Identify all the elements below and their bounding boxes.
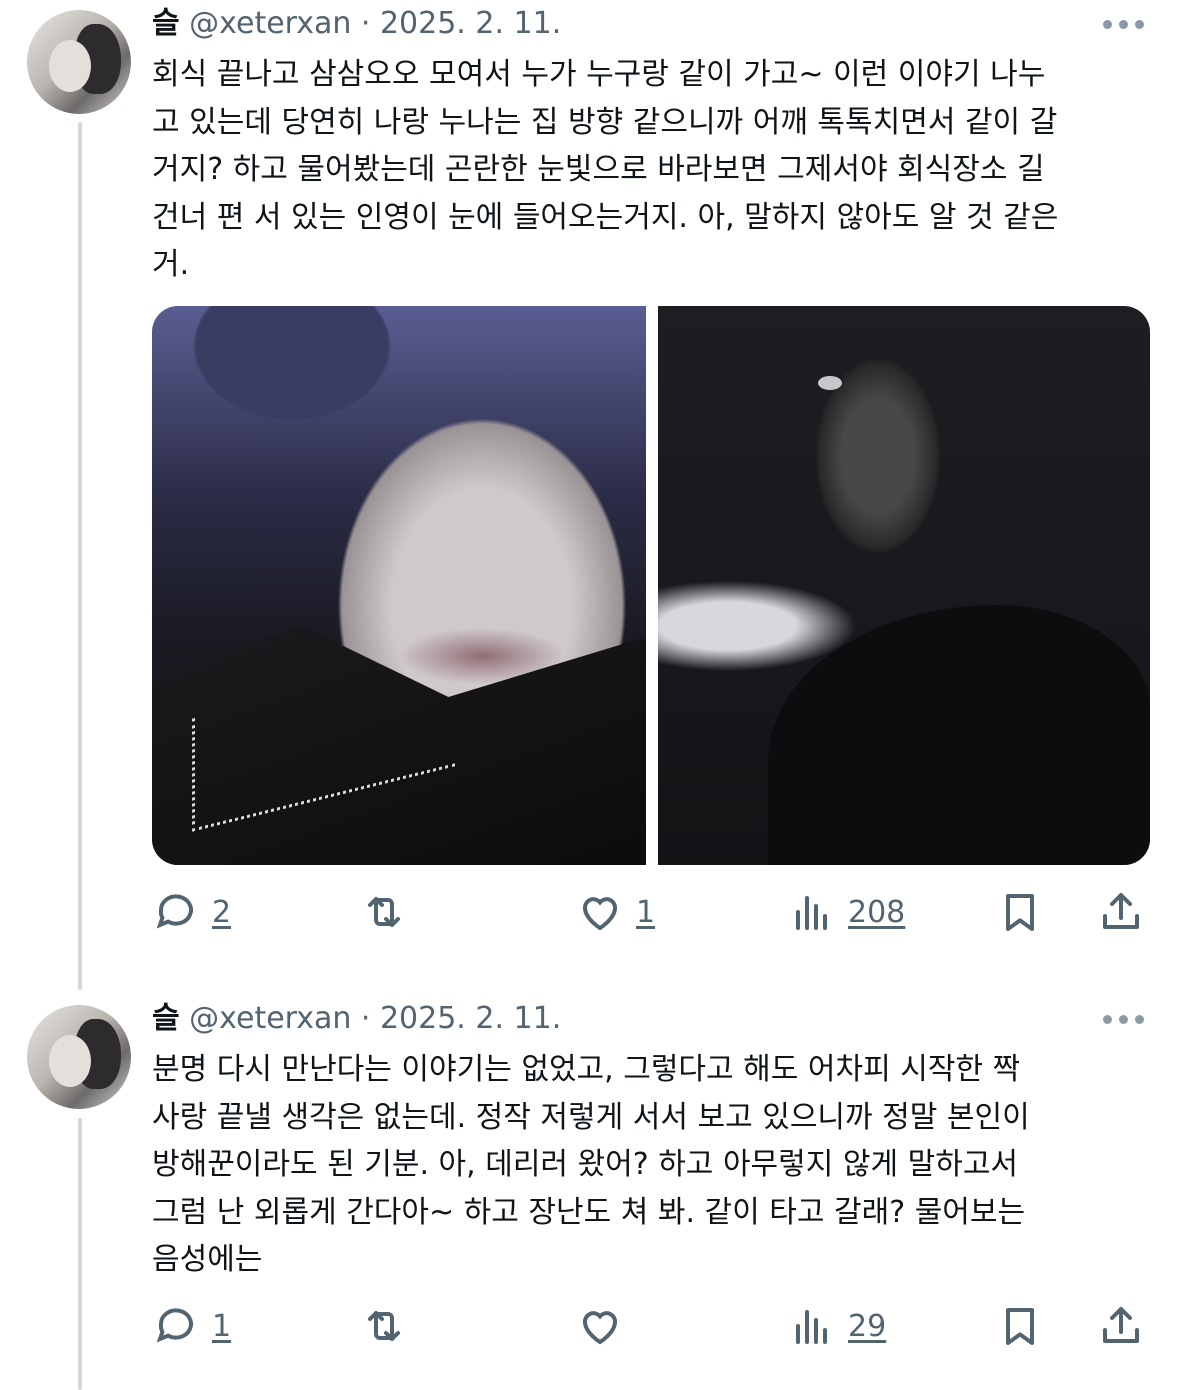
media-grid <box>152 306 1150 865</box>
text-line: 거. <box>152 247 190 282</box>
tweet-text: 회식 끝나고 삼삼오오 모여서 누가 누구랑 같이 가고~ 이런 이야기 나누 … <box>152 51 1151 289</box>
photo-left[interactable] <box>152 306 646 865</box>
like-count: 1 <box>636 894 656 930</box>
reply-count: 2 <box>212 894 232 930</box>
text-line: 거지? 하고 물어봤는데 곤란한 눈빛으로 바라보면 그제서야 회식장소 길 <box>152 152 1045 187</box>
display-name[interactable]: 슬 <box>152 6 180 41</box>
tweet-header: 슬 @xeterxan · 2025. 2. 11. <box>152 4 1151 44</box>
text-line: 회식 끝나고 삼삼오오 모여서 누가 누구랑 같이 가고~ 이런 이야기 나누 <box>152 57 1046 92</box>
views-icon <box>796 1310 827 1344</box>
more-icon[interactable] <box>1103 20 1145 30</box>
avatar[interactable] <box>27 10 131 114</box>
thread-line <box>78 122 82 990</box>
reply-button[interactable]: 1 <box>152 1298 231 1354</box>
avatar[interactable] <box>27 1005 131 1109</box>
photo-right[interactable] <box>658 306 1150 865</box>
share-button[interactable] <box>1097 884 1145 940</box>
reply-icon <box>156 1308 193 1343</box>
like-icon <box>583 1311 617 1345</box>
separator: · <box>351 1001 380 1036</box>
retweet-button[interactable] <box>360 884 420 940</box>
retweet-icon <box>368 897 400 927</box>
text-line: 방해꾼이라도 된 기분. 아, 데리러 왔어? 하고 아무렇지 않게 말하고서 <box>152 1147 1019 1182</box>
tweet-text: 분명 다시 만난다는 이야기는 없었고, 그렇다고 해도 어차피 시작한 짝 사… <box>152 1046 1151 1284</box>
action-bar: 1 29 <box>152 1298 1147 1354</box>
like-button[interactable] <box>576 1298 636 1354</box>
timestamp[interactable]: 2025. 2. 11. <box>380 6 561 41</box>
text-line: 사랑 끝낼 생각은 없는데. 정작 저렇게 서서 보고 있으니까 정말 본인이 <box>152 1099 1030 1135</box>
share-icon <box>1103 1307 1139 1343</box>
views-button[interactable]: 208 <box>788 884 905 940</box>
like-button[interactable]: 1 <box>576 884 655 940</box>
text-line: 그럼 난 외롭게 간다아~ 하고 장난도 쳐 봐. 같이 타고 갈래? 물어보는 <box>152 1194 1026 1230</box>
bookmark-button[interactable] <box>996 884 1044 940</box>
text-line: 건너 편 서 있는 인영이 눈에 들어오는거지. 아, 말하지 않아도 알 것 … <box>152 199 1059 235</box>
text-line: 음성에는 <box>152 1242 263 1277</box>
text-line: 분명 다시 만난다는 이야기는 없었고, 그렇다고 해도 어차피 시작한 짝 <box>152 1052 1021 1087</box>
display-name[interactable]: 슬 <box>152 1001 180 1036</box>
like-icon <box>583 897 617 931</box>
thread-line <box>78 1118 82 1390</box>
bookmark-icon <box>1006 894 1034 931</box>
reply-count: 1 <box>212 1308 232 1344</box>
retweet-button[interactable] <box>360 1298 420 1354</box>
views-count: 208 <box>848 894 906 930</box>
more-icon[interactable] <box>1103 1015 1145 1025</box>
action-bar: 2 1 208 <box>152 884 1147 940</box>
views-icon <box>796 896 827 930</box>
tweet-header: 슬 @xeterxan · 2025. 2. 11. <box>152 999 1151 1039</box>
bookmark-button[interactable] <box>996 1298 1044 1354</box>
bookmark-icon <box>1006 1308 1034 1345</box>
handle[interactable]: @xeterxan <box>189 6 351 41</box>
handle[interactable]: @xeterxan <box>189 1001 351 1036</box>
reply-button[interactable]: 2 <box>152 884 231 940</box>
separator: · <box>351 6 380 41</box>
timestamp[interactable]: 2025. 2. 11. <box>380 1001 561 1036</box>
share-icon <box>1103 893 1139 929</box>
tweet[interactable]: 슬 @xeterxan · 2025. 2. 11. 회식 끝나고 삼삼오오 모… <box>152 4 1151 289</box>
views-button[interactable]: 29 <box>788 1298 886 1354</box>
reply-icon <box>156 894 193 929</box>
share-button[interactable] <box>1097 1298 1145 1354</box>
views-count: 29 <box>848 1308 887 1344</box>
text-line: 고 있는데 당연히 나랑 누나는 집 방향 같으니까 어깨 톡톡치면서 같이 갈 <box>152 104 1058 140</box>
tweet[interactable]: 슬 @xeterxan · 2025. 2. 11. 분명 다시 만난다는 이야… <box>152 999 1151 1284</box>
retweet-icon <box>368 1311 400 1341</box>
